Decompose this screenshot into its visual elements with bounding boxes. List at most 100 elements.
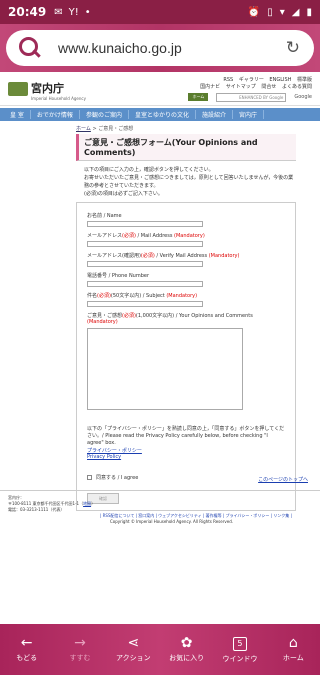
breadcrumb-current: ご意見・ご感想	[98, 126, 134, 132]
tool-standard[interactable]: 標準版	[297, 77, 312, 83]
site-search-button[interactable]: Google	[294, 94, 312, 100]
page-title: ご意見・ご感想フォーム(Your Opinions and Comments)	[76, 134, 296, 161]
tool-contact[interactable]: 問合せ	[261, 84, 276, 90]
phone-field[interactable]	[87, 281, 203, 287]
main-content: ご意見・ご感想フォーム(Your Opinions and Comments) …	[76, 134, 296, 511]
web-page: 宮内庁 Imperial Household Agency RSS ギャラリー …	[0, 72, 320, 624]
url-box[interactable]: www.kunaicho.go.jp ↻	[6, 30, 314, 66]
verify-required-mark: (必須)	[140, 253, 155, 259]
windows-label: ウインドウ	[222, 655, 258, 663]
dot-icon: •	[84, 6, 91, 18]
intro-line-1: 以下の項目にご入力の上，確認ボタンを押してください。	[84, 167, 214, 173]
tool-navi[interactable]: 国内ナビ	[200, 84, 220, 90]
subject-field[interactable]	[87, 301, 203, 307]
tool-english[interactable]: ENGLISH	[269, 77, 291, 83]
browser-url-bar: www.kunaicho.go.jp ↻	[0, 24, 320, 72]
browser-bottom-bar: ← もどる → すすむ ⋖ アクション ✿ お気に入り 5 ウインドウ ⌂ ホー…	[0, 624, 320, 675]
verify-mandatory-mark: (Mandatory)	[208, 253, 240, 259]
subject-required-mark: (必須)	[97, 293, 111, 299]
home-badge[interactable]: ホーム	[188, 93, 209, 101]
vibrate-icon: ▯	[267, 6, 273, 18]
comments-textarea[interactable]	[87, 328, 243, 410]
agree-row: 同意する / I agree	[87, 474, 285, 481]
comments-label: ご意見・ご感想(必須)(1,000文字以内) / Your Opinions a…	[87, 312, 285, 325]
home-icon: ⌂	[288, 635, 298, 651]
comments-required-mark: (必須)	[122, 313, 136, 319]
site-logo[interactable]: 宮内庁 Imperial Household Agency	[8, 77, 86, 101]
privacy-note: 以下の「プライバシー・ポリシー」を熟読し同意の上，「同意する」ボタンを押してくだ…	[87, 426, 285, 446]
footer-map-link[interactable]: 地図	[83, 501, 91, 506]
emblem-icon	[8, 81, 28, 96]
agree-label[interactable]: 同意する / I agree	[96, 474, 138, 481]
forward-button[interactable]: → すすむ	[53, 624, 106, 675]
status-time: 20:49	[8, 5, 47, 19]
favorites-button[interactable]: ✿ お気に入り	[160, 624, 213, 675]
email-field[interactable]	[87, 241, 203, 247]
tool-sitemap[interactable]: サイトマップ	[226, 84, 256, 90]
site-search-input[interactable]: ENHANCED BY Google	[216, 92, 287, 102]
comments-label-en: (1,000文字以内) / Your Opinions and Comments	[135, 313, 253, 319]
to-top-link[interactable]: このページのトップへ	[258, 476, 308, 483]
action-label: アクション	[115, 654, 151, 662]
site-header: 宮内庁 Imperial Household Agency RSS ギャラリー …	[0, 72, 320, 106]
opinion-form: お名前 / Name メールアドレス(必須) / Mail Address (M…	[76, 202, 296, 511]
action-button[interactable]: ⋖ アクション	[107, 624, 160, 675]
home-button[interactable]: ⌂ ホーム	[267, 624, 320, 675]
nav-item-visit[interactable]: 参観のご案内	[80, 110, 129, 119]
reload-icon[interactable]: ↻	[286, 38, 300, 58]
footer-address: 〒100-8111 東京都千代田区千代田1-1	[8, 501, 80, 506]
breadcrumb-home[interactable]: ホーム	[76, 126, 91, 132]
forward-label: すすむ	[69, 654, 91, 662]
gmail-icon: ✉	[54, 6, 63, 18]
windows-button[interactable]: 5 ウインドウ	[213, 624, 266, 675]
nav-item-imperial[interactable]: 皇 室	[4, 110, 31, 119]
tool-gallery[interactable]: ギャラリー	[239, 77, 264, 83]
status-bar: 20:49 ✉ Y! • ⏰ ▯ ▾ ◢ ▮	[0, 0, 320, 24]
comments-mandatory-mark: (Mandatory)	[87, 319, 118, 325]
subject-mandatory-mark: (Mandatory)	[166, 293, 198, 299]
nav-item-culture[interactable]: 皇室とゆかりの文化	[129, 110, 196, 119]
verify-email-label: メールアドレス(確認用)(必須) / Verify Mail Address (…	[87, 252, 285, 259]
verify-label-jp: メールアドレス(確認用)	[87, 253, 141, 259]
search-icon[interactable]	[14, 33, 44, 63]
subject-label-en: (50文字以内) / Subject	[110, 293, 167, 299]
verify-label-en: / Verify Mail Address	[154, 253, 209, 259]
signal-icon: ◢	[291, 6, 300, 18]
email-required-mark: (必須)	[122, 233, 136, 239]
yahoo-icon: Y!	[68, 6, 79, 18]
battery-icon: ▮	[306, 6, 312, 18]
site-footer: 宮内庁： 〒100-8111 東京都千代田区千代田1-1（地図） 電話：03-3…	[0, 490, 320, 534]
forward-arrow-icon: →	[74, 635, 86, 651]
alarm-icon: ⏰	[247, 6, 261, 18]
nav-item-outing[interactable]: おでかけ情報	[31, 110, 80, 119]
intro-line-3: (必須)の項目は必ずご記入下さい。	[84, 191, 163, 197]
tool-faq[interactable]: よくある質問	[282, 84, 312, 90]
name-field[interactable]	[87, 221, 203, 227]
home-label: ホーム	[282, 654, 304, 662]
subject-label-jp: 件名	[87, 293, 98, 299]
privacy-link-en[interactable]: Privacy Policy	[87, 454, 285, 460]
intro-text: 以下の項目にご入力の上，確認ボタンを押してください。 お寄せいただいたご意見・ご…	[76, 161, 296, 198]
subject-label: 件名(必須)(50文字以内) / Subject (Mandatory)	[87, 292, 285, 299]
tool-rss[interactable]: RSS	[223, 77, 233, 83]
windows-tab-icon: 5	[232, 637, 247, 651]
nav-item-facilities[interactable]: 施設紹介	[196, 110, 233, 119]
email-label-jp: メールアドレス	[87, 233, 123, 239]
favorites-flower-icon: ✿	[180, 635, 193, 651]
nav-item-agency[interactable]: 宮内庁	[233, 110, 264, 119]
privacy-link-jp[interactable]: プライバシー・ポリシー	[87, 447, 285, 454]
name-label: お名前 / Name	[87, 213, 122, 219]
logo-sub: Imperial Household Agency	[31, 95, 86, 101]
email-label: メールアドレス(必須) / Mail Address (Mandatory)	[87, 232, 285, 239]
email-label-en: / Mail Address	[135, 233, 175, 239]
back-button[interactable]: ← もどる	[0, 624, 53, 675]
favorites-label: お気に入り	[169, 654, 205, 662]
agree-checkbox[interactable]	[87, 475, 92, 480]
logo-name: 宮内庁	[31, 81, 64, 95]
share-icon: ⋖	[127, 635, 140, 651]
verify-email-field[interactable]	[87, 261, 203, 267]
main-nav: 皇 室 おでかけ情報 参観のご案内 皇室とゆかりの文化 施設紹介 宮内庁	[0, 108, 320, 121]
intro-line-2: お寄せいただいたご意見・ご感想につきましては，原則として回答いたしませんが，今後…	[84, 175, 294, 189]
url-text[interactable]: www.kunaicho.go.jp	[58, 40, 182, 56]
email-mandatory-mark: (Mandatory)	[174, 233, 205, 239]
